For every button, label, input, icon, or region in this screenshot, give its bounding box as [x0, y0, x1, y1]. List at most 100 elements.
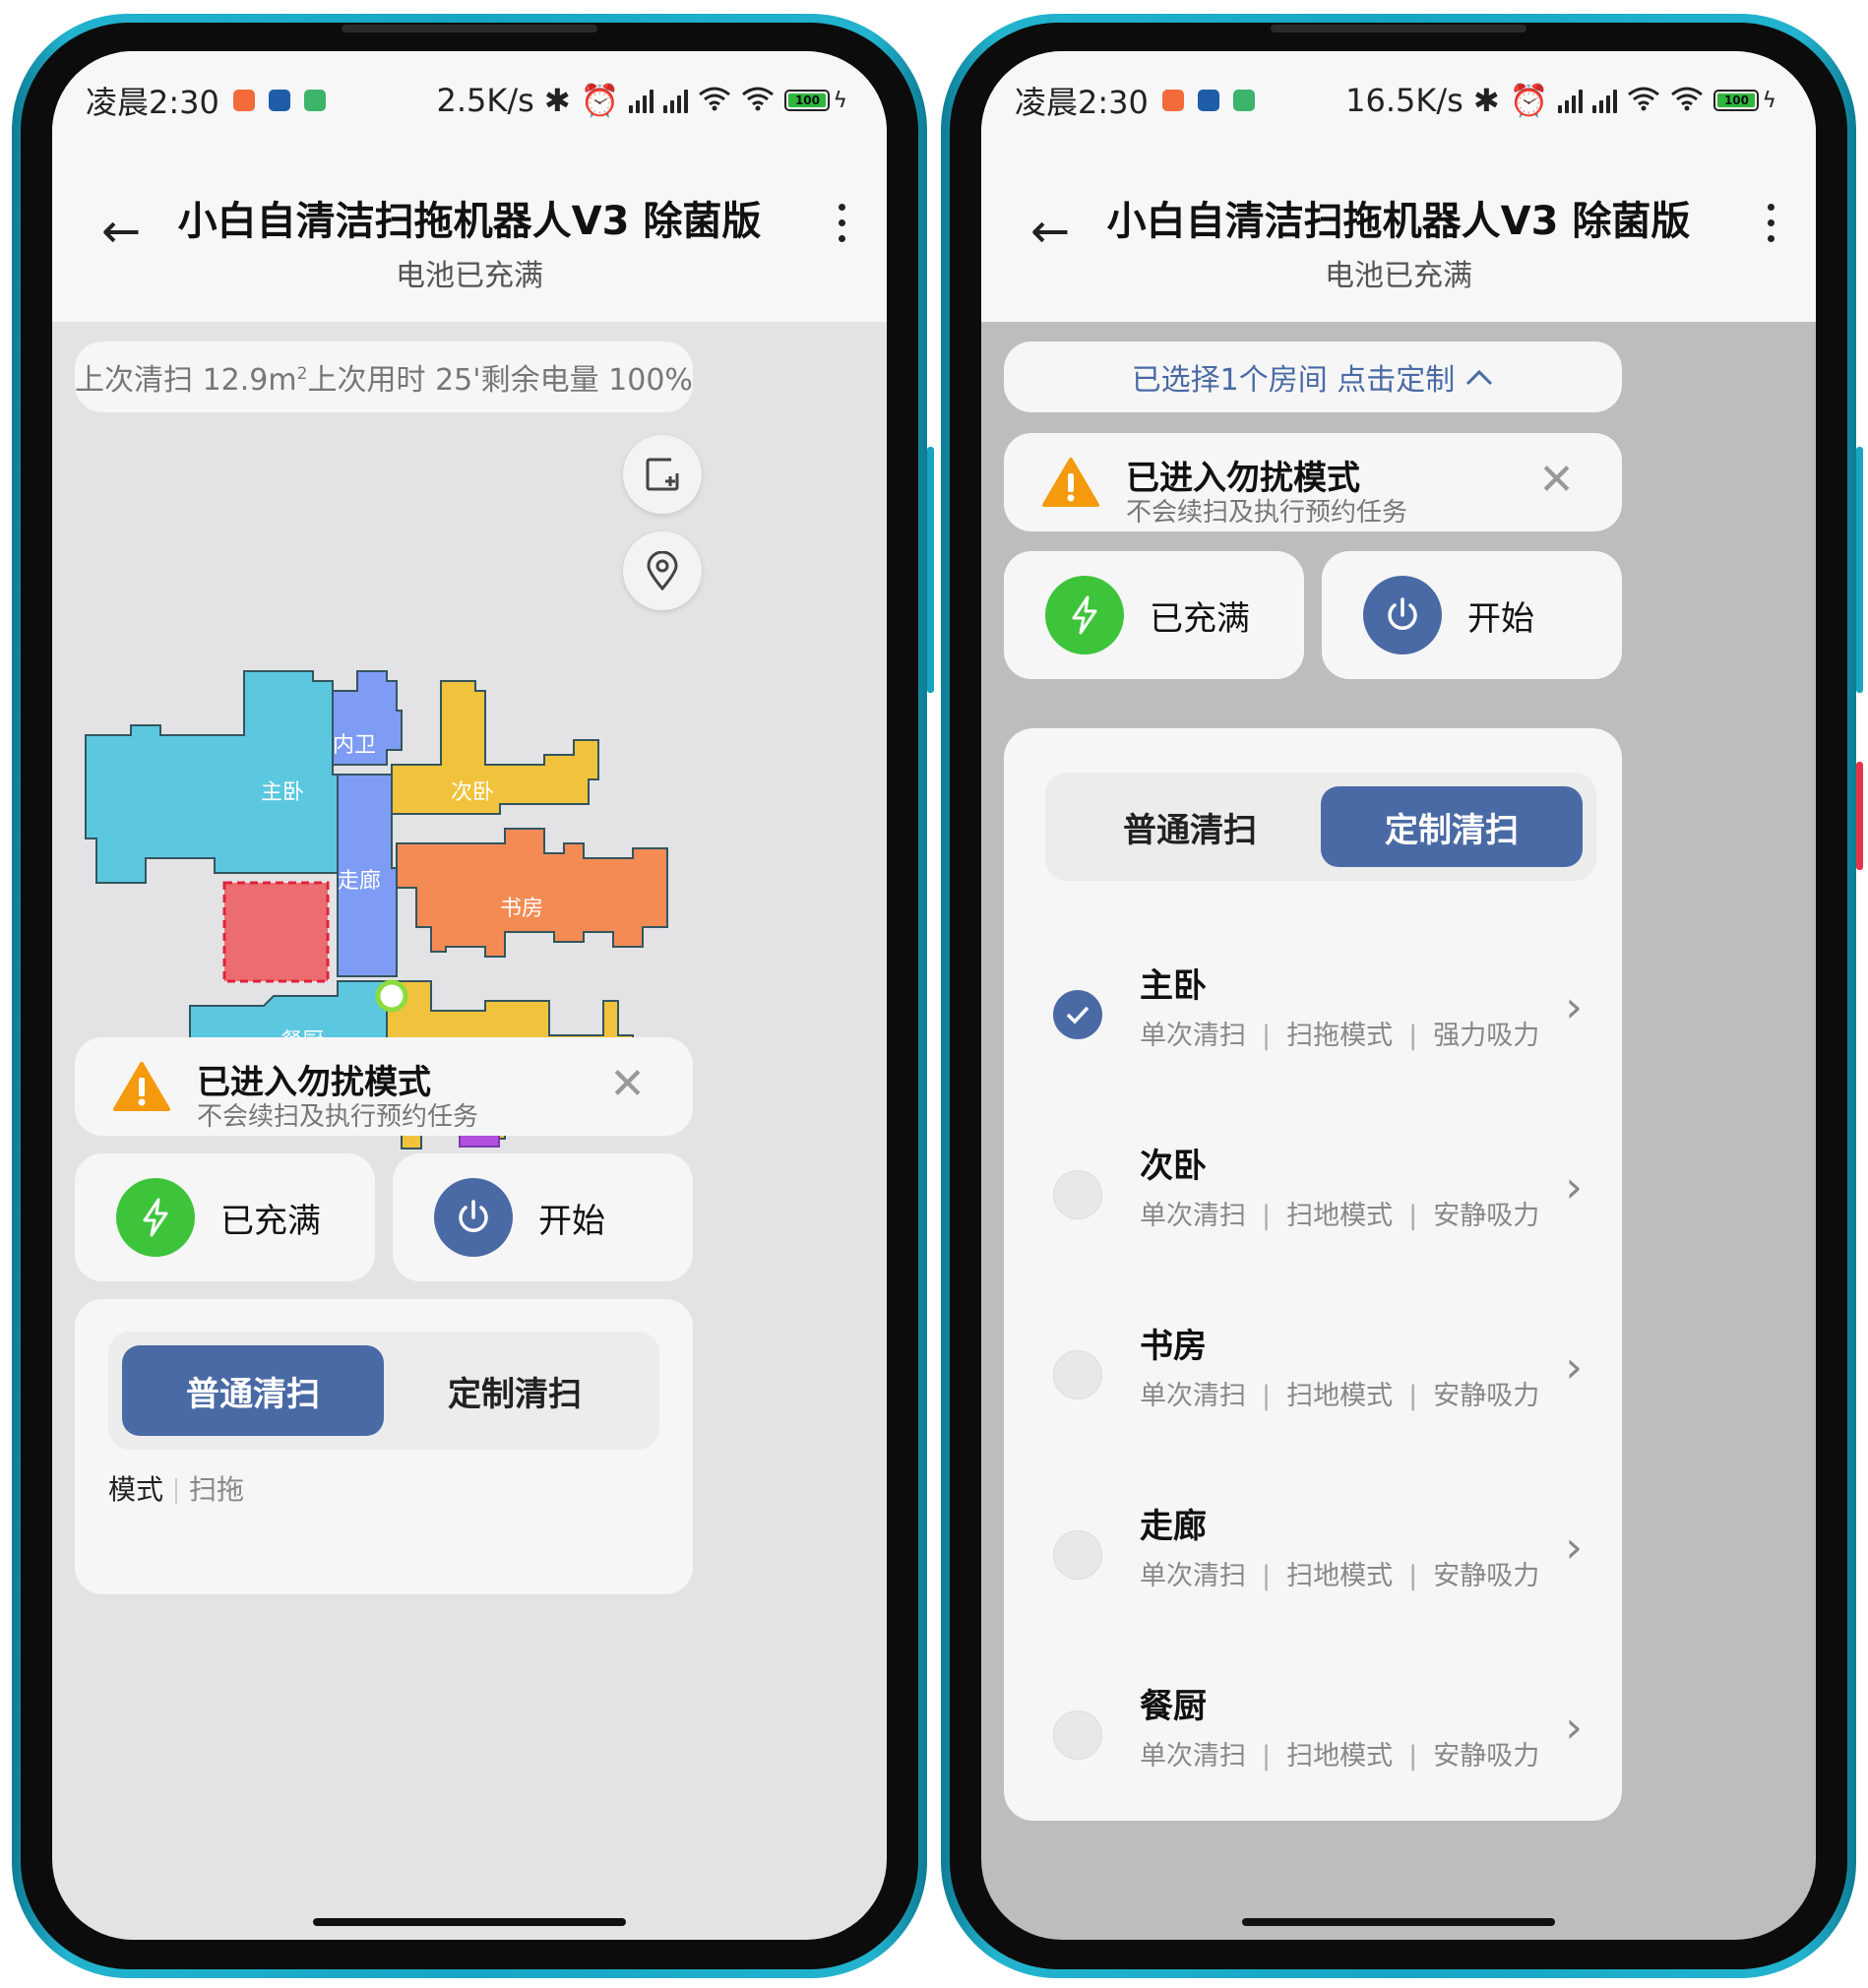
remaining-battery: 剩余电量 100%: [480, 363, 693, 398]
room-checkbox[interactable]: [1053, 1350, 1102, 1399]
tab-custom-clean[interactable]: 定制清扫: [384, 1345, 646, 1436]
close-icon[interactable]: ✕: [1538, 455, 1575, 505]
more-options-icon[interactable]: [836, 204, 847, 242]
room-settings: 单次清扫 | 扫地模式 | 安静吸力: [1140, 1741, 1540, 1771]
battery-icon: 100 ϟ: [784, 89, 847, 113]
app-notification-icon: [268, 90, 290, 111]
chevron-right-icon[interactable]: ›: [1565, 1522, 1583, 1573]
home-indicator[interactable]: [313, 1918, 626, 1926]
mode-value: 扫拖: [189, 1473, 245, 1506]
start-label: 开始: [1467, 598, 1534, 639]
cleaning-stats: 上次清扫 12.9m2 上次用时 25' 剩余电量 100%: [75, 342, 693, 412]
room-checkbox[interactable]: [1053, 990, 1102, 1039]
room-row[interactable]: 次卧 单次清扫 | 扫地模式 | 安静吸力 ›: [1004, 1105, 1622, 1282]
dnd-subtitle: 不会续扫及执行预约任务: [197, 1102, 479, 1132]
charge-label: 已充满: [220, 1201, 321, 1241]
room-checkbox[interactable]: [1053, 1710, 1102, 1760]
screen-right: 凌晨2:30 16.5K/s ✱ ⏰ 100 ϟ ← 小白自清洁扫拖机器人V3 …: [981, 51, 1816, 1940]
page-title: 小白自清洁扫拖机器人V3 除菌版: [177, 199, 762, 244]
robot-position-icon: [375, 979, 408, 1013]
selected-rooms-banner[interactable]: 已选择1个房间 点击定制: [1004, 342, 1622, 412]
wifi-icon: [1627, 82, 1660, 119]
charge-status-button[interactable]: 已充满: [75, 1153, 375, 1281]
app-notification-icon: [303, 90, 326, 111]
chevron-up-icon: [1466, 369, 1493, 386]
locate-icon[interactable]: [623, 531, 702, 610]
page-title: 小白自清洁扫拖机器人V3 除菌版: [1106, 199, 1691, 244]
signal-icon: [1558, 88, 1584, 113]
charge-label: 已充满: [1150, 598, 1250, 639]
start-button[interactable]: 开始: [1322, 551, 1622, 679]
battery-icon: 100 ϟ: [1713, 89, 1776, 113]
last-duration: 上次用时 25': [307, 363, 481, 398]
room-checkbox[interactable]: [1053, 1170, 1102, 1219]
signal-icon: [629, 88, 654, 113]
start-button[interactable]: 开始: [393, 1153, 693, 1281]
room-name: 书房: [1140, 1327, 1207, 1366]
alarm-icon: ⏰: [580, 82, 620, 119]
selected-rooms-text: 已选择1个房间 点击定制: [1131, 363, 1456, 398]
clean-type-tabs: 普通清扫 定制清扫: [1045, 773, 1596, 881]
chevron-right-icon[interactable]: ›: [1565, 1703, 1583, 1753]
room-settings: 单次清扫 | 扫地模式 | 安静吸力: [1140, 1561, 1540, 1591]
lightning-icon: [1045, 576, 1124, 654]
network-speed: 16.5K/s: [1345, 82, 1463, 119]
room-second-bedroom[interactable]: [391, 680, 599, 815]
chevron-right-icon[interactable]: ›: [1565, 982, 1583, 1032]
lightning-icon: [116, 1178, 195, 1257]
close-icon[interactable]: ✕: [609, 1059, 646, 1109]
room-row[interactable]: 走廊 单次清扫 | 扫地模式 | 安静吸力 ›: [1004, 1465, 1622, 1643]
app-notification-icon: [1161, 90, 1184, 111]
chevron-right-icon[interactable]: ›: [1565, 1342, 1583, 1393]
app-notification-icon: [1232, 90, 1255, 111]
alarm-icon: ⏰: [1509, 82, 1549, 119]
mode-row[interactable]: 模式 扫拖: [108, 1468, 244, 1508]
no-go-zone[interactable]: [222, 881, 330, 983]
map-label-master-bedroom: 主卧: [261, 780, 304, 805]
signal-icon: [663, 88, 689, 113]
map-edit-icon[interactable]: [623, 435, 702, 514]
room-name: 走廊: [1140, 1507, 1207, 1546]
app-header: ← 小白自清洁扫拖机器人V3 除菌版 电池已充满: [52, 150, 887, 322]
start-label: 开始: [538, 1201, 605, 1241]
room-row[interactable]: 主卧 单次清扫 | 扫拖模式 | 强力吸力 ›: [1004, 925, 1622, 1102]
battery-status-subtitle: 电池已充满: [396, 259, 543, 293]
room-settings: 单次清扫 | 扫拖模式 | 强力吸力: [1140, 1021, 1540, 1051]
wifi-icon: [1670, 82, 1704, 119]
room-settings: 单次清扫 | 扫地模式 | 安静吸力: [1140, 1381, 1540, 1411]
room-row[interactable]: 书房 单次清扫 | 扫地模式 | 安静吸力 ›: [1004, 1285, 1622, 1462]
app-notification-icon: [1197, 90, 1219, 111]
mode-label: 模式: [108, 1473, 164, 1506]
status-time: 凌晨2:30: [1015, 84, 1149, 121]
home-indicator[interactable]: [1242, 1918, 1555, 1926]
room-row[interactable]: 餐厨 单次清扫 | 扫地模式 | 安静吸力 ›: [1004, 1646, 1622, 1823]
warning-icon: [113, 1062, 170, 1111]
chevron-right-icon[interactable]: ›: [1565, 1162, 1583, 1212]
tab-custom-clean[interactable]: 定制清扫: [1321, 786, 1583, 867]
last-area: 上次清扫 12.9m2: [75, 363, 308, 398]
more-options-icon[interactable]: [1765, 204, 1776, 242]
room-name: 次卧: [1140, 1147, 1207, 1186]
bluetooth-icon: ✱: [543, 82, 571, 119]
map-label-study: 书房: [500, 897, 543, 921]
status-bar: 凌晨2:30 2.5K/s ✱ ⏰ 100 ϟ: [52, 51, 887, 150]
map-label-second-bedroom: 次卧: [451, 780, 494, 805]
dnd-notice: 已进入勿扰模式 不会续扫及执行预约任务 ✕: [1004, 433, 1622, 531]
status-time: 凌晨2:30: [86, 84, 219, 121]
map-label-bathroom: 内卫: [333, 733, 376, 758]
dnd-subtitle: 不会续扫及执行预约任务: [1126, 498, 1408, 528]
app-notification-icon: [232, 90, 255, 111]
charge-status-button[interactable]: 已充满: [1004, 551, 1304, 679]
warning-icon: [1042, 458, 1099, 507]
room-settings: 单次清扫 | 扫地模式 | 安静吸力: [1140, 1201, 1540, 1231]
custom-clean-panel: 普通清扫 定制清扫 主卧 单次清扫 | 扫拖模式 | 强力吸力 › 次卧 单次清扫 | 扫地…: [1004, 728, 1622, 1821]
room-master-bedroom[interactable]: [85, 670, 339, 884]
wifi-icon: [741, 82, 775, 119]
room-checkbox[interactable]: [1053, 1530, 1102, 1580]
battery-status-subtitle: 电池已充满: [1325, 259, 1472, 293]
tab-normal-clean[interactable]: 普通清扫: [122, 1345, 384, 1436]
phone-left: 凌晨2:30 2.5K/s ✱ ⏰ 100 ϟ ← 小白自清洁扫拖机器人V3 除…: [12, 14, 934, 1978]
room-study[interactable]: [396, 828, 668, 958]
tab-normal-clean[interactable]: 普通清扫: [1059, 786, 1321, 867]
status-bar: 凌晨2:30 16.5K/s ✱ ⏰ 100 ϟ: [981, 51, 1816, 150]
